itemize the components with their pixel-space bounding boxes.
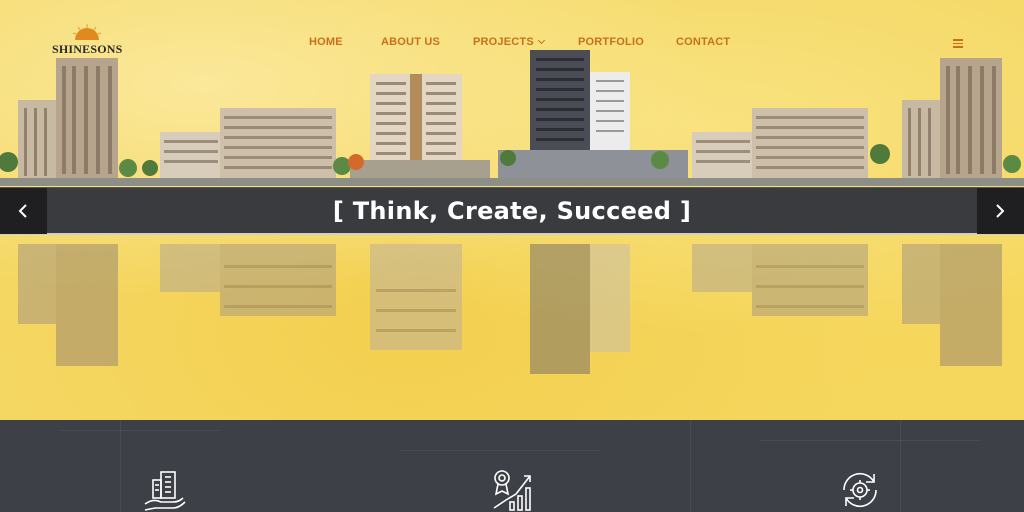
slider-caption-bar: [ Think, Create, Succeed ] xyxy=(0,187,1024,235)
blueprint-decoration xyxy=(120,420,121,512)
blueprint-decoration xyxy=(60,430,220,431)
building-hand-icon xyxy=(144,471,186,511)
main-nav: HOME ABOUT US PROJECTS PORTFOLIO CONTACT xyxy=(0,36,1024,52)
buildings-reflection-image xyxy=(18,244,1002,374)
award-growth-chart-icon xyxy=(493,470,531,511)
features-section xyxy=(0,420,1024,512)
gear-cycle-icon xyxy=(843,472,877,508)
nav-projects[interactable]: PROJECTS xyxy=(473,36,545,48)
chevron-down-icon xyxy=(537,36,545,45)
nav-home[interactable]: HOME xyxy=(309,36,343,48)
nav-contact[interactable]: CONTACT xyxy=(676,36,730,48)
slider-next-button[interactable] xyxy=(977,188,1024,234)
blueprint-decoration xyxy=(900,420,901,512)
hero-slogan: [ Think, Create, Succeed ] xyxy=(332,197,692,225)
nav-projects-label: PROJECTS xyxy=(473,36,534,48)
chevron-right-icon xyxy=(996,204,1005,218)
blueprint-decoration xyxy=(690,420,691,512)
blueprint-decoration xyxy=(760,440,980,441)
blueprint-decoration xyxy=(400,450,600,451)
nav-portfolio[interactable]: PORTFOLIO xyxy=(578,36,644,48)
nav-about-us[interactable]: ABOUT US xyxy=(381,36,440,48)
site-header: SHINESONS HOME ABOUT US PROJECTS PORTFOL… xyxy=(0,0,1024,80)
menu-hamburger-icon[interactable] xyxy=(953,39,963,48)
